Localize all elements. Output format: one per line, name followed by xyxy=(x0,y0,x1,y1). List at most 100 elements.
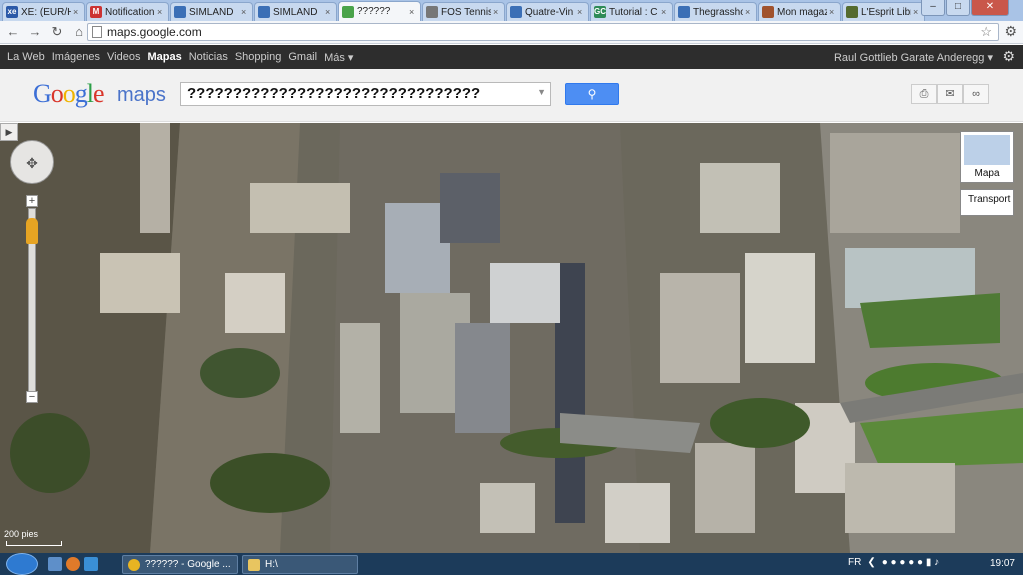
reload-button[interactable]: ↻ xyxy=(48,23,66,41)
language-indicator[interactable]: FR xyxy=(848,557,861,568)
map-type-button[interactable]: Mapa xyxy=(960,131,1014,183)
toggle-panel-button[interactable]: ▶ xyxy=(0,123,18,141)
close-icon[interactable]: × xyxy=(157,7,165,17)
tab-label: FOS Tennis xyxy=(441,6,491,18)
close-icon[interactable]: × xyxy=(745,7,753,17)
tab-favicon-icon: M xyxy=(90,6,102,18)
gbar-item-gmail[interactable]: Gmail xyxy=(288,51,317,63)
gbar-item-videos[interactable]: Videos xyxy=(107,51,140,63)
close-icon[interactable]: × xyxy=(241,7,249,17)
tab-favicon-icon xyxy=(678,6,690,18)
browser-tab[interactable]: Thegrassho × xyxy=(674,2,757,21)
close-window-button[interactable]: ✕ xyxy=(971,0,1009,16)
map-type-label: Mapa xyxy=(974,168,1000,179)
tab-label: ?????? xyxy=(357,6,391,17)
tab-label: SIMLAND xyxy=(189,6,234,18)
tab-strip: xe XE: (EUR/H × M Notification × SIMLAND × SIMLA… xyxy=(0,0,1023,21)
tab-favicon-icon xyxy=(342,5,354,18)
tab-favicon-icon: GC xyxy=(594,6,606,18)
map-thumbnail xyxy=(964,135,1010,165)
transport-layer-button[interactable]: Transport xyxy=(960,189,1014,216)
close-icon[interactable]: × xyxy=(661,7,669,17)
maximize-button[interactable]: □ xyxy=(946,0,970,16)
browser-tab[interactable]: Mon magaz × xyxy=(758,2,841,21)
gear-icon[interactable]: ⚙ xyxy=(1002,48,1015,65)
google-maps-logo[interactable]: Google maps xyxy=(33,79,166,109)
browser-toolbar: ← → ↻ ⌂ maps.google.com ☆ ⚙ xyxy=(0,21,1023,44)
logo-suffix: maps xyxy=(117,84,166,106)
task-label: H:\ xyxy=(265,559,278,570)
forward-button[interactable]: → xyxy=(26,23,44,41)
browser-tab[interactable]: FOS Tennis × xyxy=(422,2,505,21)
close-icon[interactable]: × xyxy=(829,7,837,17)
clock[interactable]: 19:07 xyxy=(990,558,1015,569)
user-account-menu[interactable]: Raul Gottlieb Garate Anderegg ▾ xyxy=(834,51,993,64)
browser-tab[interactable]: L'Esprit Libr × xyxy=(842,2,925,21)
tab-favicon-icon xyxy=(762,6,774,18)
tab-favicon-icon xyxy=(510,6,522,18)
gbar-item-more[interactable]: Más ▾ xyxy=(324,51,353,64)
address-bar[interactable]: maps.google.com ☆ xyxy=(87,23,999,41)
pan-control[interactable]: ✥ xyxy=(10,140,54,184)
browser-tab[interactable]: SIMLAND × xyxy=(254,2,337,21)
gbar-item-maps[interactable]: Mapas xyxy=(147,51,181,63)
system-tray: FR ❮ ● ● ● ● ● ▮ ♪ xyxy=(848,557,939,568)
page-icon xyxy=(92,26,102,38)
chevron-down-icon[interactable]: ▼ xyxy=(537,87,546,97)
close-icon[interactable]: × xyxy=(73,7,81,17)
browser-tab[interactable]: ?????? × xyxy=(338,1,421,21)
task-label: ?????? - Google ... xyxy=(145,559,231,570)
back-button[interactable]: ← xyxy=(4,23,22,41)
url-text: maps.google.com xyxy=(107,25,202,39)
tab-label: XE: (EUR/H xyxy=(21,6,71,18)
minimize-button[interactable]: – xyxy=(921,0,945,16)
taskbar: ?????? - Google ... H:\ FR ❮ ● ● ● ● ● ▮… xyxy=(0,553,1023,575)
browser-tab[interactable]: M Notification × xyxy=(86,2,169,21)
gbar-item-shopping[interactable]: Shopping xyxy=(235,51,282,63)
tab-favicon-icon xyxy=(426,6,438,18)
aerial-imagery xyxy=(0,123,1023,553)
tab-favicon-icon xyxy=(258,6,270,18)
tab-label: Mon magaz xyxy=(777,6,827,18)
scale-bar: 200 pies xyxy=(4,529,84,549)
browser-tab[interactable]: Quatre-Vin × xyxy=(506,2,589,21)
search-input[interactable]: ???????????????????????????????? ▼ xyxy=(180,82,551,106)
maps-header: Google maps ????????????????????????????… xyxy=(0,69,1023,122)
close-icon[interactable]: × xyxy=(577,7,585,17)
browser-tab[interactable]: xe XE: (EUR/H × xyxy=(2,2,85,21)
desktop-icon[interactable] xyxy=(48,557,62,571)
zoom-out-button[interactable]: − xyxy=(26,391,38,403)
google-bar: La Web Imágenes Videos Mapas Noticias Sh… xyxy=(0,45,1023,69)
search-value: ???????????????????????????????? xyxy=(187,85,481,102)
pegman-icon[interactable] xyxy=(26,218,38,244)
map-canvas[interactable]: ▶ ✥ + − Mapa Transport 200 pies xyxy=(0,123,1023,553)
start-button[interactable] xyxy=(6,553,38,575)
wrench-icon[interactable]: ⚙ xyxy=(1004,23,1017,40)
tab-label: L'Esprit Libr xyxy=(861,6,911,18)
chevron-left-icon[interactable]: ❮ xyxy=(867,557,875,568)
browser-tab[interactable]: GC Tutorial : C × xyxy=(590,2,673,21)
browser-tab[interactable]: SIMLAND × xyxy=(170,2,253,21)
media-icon[interactable] xyxy=(84,557,98,571)
taskbar-item-chrome[interactable]: ?????? - Google ... xyxy=(122,555,238,574)
link-button[interactable]: ∞ xyxy=(963,84,989,104)
gbar-item-news[interactable]: Noticias xyxy=(189,51,228,63)
taskbar-item-explorer[interactable]: H:\ xyxy=(242,555,358,574)
window-controls: – □ ✕ xyxy=(920,0,1009,18)
email-button[interactable]: ✉ xyxy=(937,84,963,104)
close-icon[interactable]: × xyxy=(325,7,333,17)
firefox-icon[interactable] xyxy=(66,557,80,571)
tab-label: Tutorial : C xyxy=(609,6,658,18)
tray-icons[interactable]: ● ● ● ● ● ▮ ♪ xyxy=(882,557,939,568)
gbar-item-web[interactable]: La Web xyxy=(7,51,45,63)
print-button[interactable]: ⎙ xyxy=(911,84,937,104)
close-icon[interactable]: × xyxy=(409,7,417,17)
folder-icon xyxy=(248,559,260,571)
search-button[interactable]: ⚲ xyxy=(565,83,619,105)
close-icon[interactable]: × xyxy=(493,7,501,17)
bookmark-star-icon[interactable]: ☆ xyxy=(980,24,992,40)
gbar-item-images[interactable]: Imágenes xyxy=(52,51,100,63)
home-button[interactable]: ⌂ xyxy=(70,23,88,41)
zoom-in-button[interactable]: + xyxy=(26,195,38,207)
scale-label: 200 pies xyxy=(4,529,39,539)
